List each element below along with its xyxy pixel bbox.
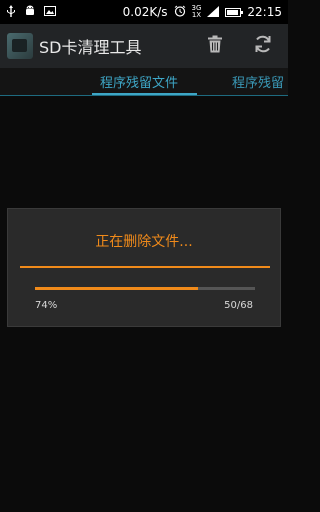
- network-bottom-label: 1X: [191, 11, 202, 19]
- clock: 22:15: [247, 5, 282, 19]
- progress-bar-fill: [35, 287, 198, 290]
- signal-icon: [207, 5, 220, 19]
- app-logo-icon[interactable]: [7, 33, 33, 59]
- tab-residual-next[interactable]: 程序残留: [232, 72, 284, 91]
- alarm-icon: [174, 5, 186, 19]
- usb-icon: [6, 5, 16, 19]
- network-speed: 0.02K/s: [122, 5, 168, 19]
- tab-strip: 程序残留文件 程序残留: [0, 68, 288, 96]
- progress-bar: [35, 287, 255, 290]
- tab-active-indicator: [92, 93, 197, 95]
- network-type: 3G 1X: [192, 5, 202, 19]
- action-bar-actions: [204, 35, 274, 57]
- progress-dialog: 正在删除文件... 74% 50/68: [7, 208, 281, 327]
- android-debug-icon: [24, 5, 36, 19]
- image-notification-icon: [44, 6, 56, 18]
- app-title: SD卡清理工具: [39, 38, 142, 57]
- status-bar: 0.02K/s 3G 1X 22:15: [0, 0, 288, 24]
- progress-percent: 74%: [35, 300, 58, 311]
- action-bar: SD卡清理工具: [0, 24, 288, 68]
- refresh-icon: [253, 34, 273, 58]
- status-left: [6, 5, 56, 19]
- battery-level: [227, 9, 238, 15]
- dialog-title: 正在删除文件...: [95, 234, 193, 250]
- screen: 0.02K/s 3G 1X 22:15 SD卡清理工具 程序残留文件 程序残留 …: [0, 0, 288, 512]
- progress-count: 50/68: [224, 300, 253, 311]
- dialog-divider: [20, 266, 270, 268]
- status-right: 0.02K/s 3G 1X 22:15: [122, 5, 282, 20]
- tab-residual-files[interactable]: 程序残留文件: [100, 72, 178, 91]
- trash-icon: [207, 35, 223, 57]
- battery-icon: [225, 7, 244, 17]
- delete-button[interactable]: [204, 35, 226, 57]
- refresh-button[interactable]: [252, 35, 274, 57]
